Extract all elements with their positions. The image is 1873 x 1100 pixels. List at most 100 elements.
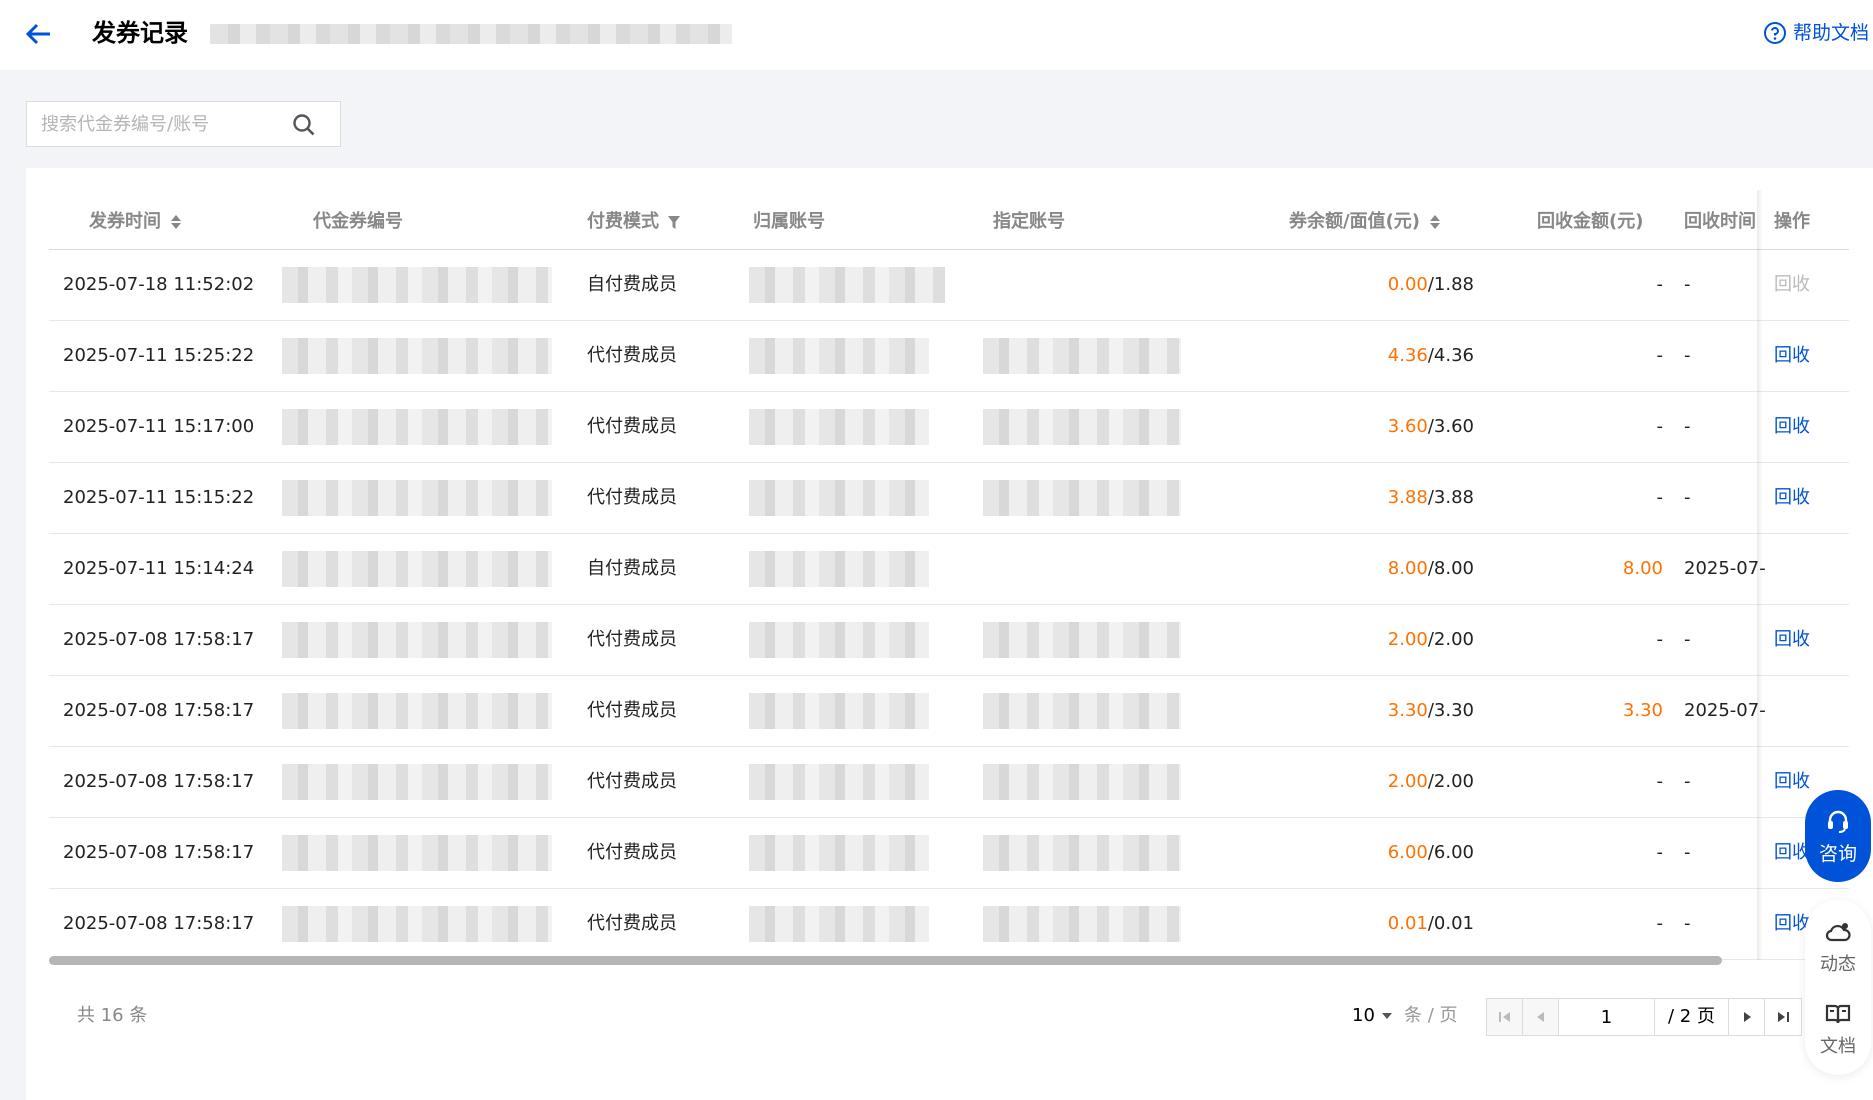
col-recover-time: 回收时间 (1684, 194, 1756, 250)
top-bar: 发券记录 帮助文档 (0, 0, 1873, 70)
search-input[interactable] (41, 102, 291, 146)
page-size-select[interactable]: 10 (1352, 1001, 1393, 1031)
redacted-assigned-account (983, 409, 1181, 445)
redacted-assigned-account (983, 622, 1181, 658)
total-count: 共 16 条 (77, 1005, 148, 1026)
docs-label: 文档 (1820, 1036, 1856, 1057)
redacted-assigned-account (983, 764, 1181, 800)
col-issue-time[interactable]: 发券时间 (89, 194, 183, 250)
help-docs-link[interactable]: 帮助文档 (1763, 18, 1869, 48)
fixed-column-shadow (1757, 190, 1763, 960)
col-action-label: 操作 (1774, 211, 1810, 232)
face-value: /4.36 (1427, 345, 1474, 366)
prev-page-icon (1536, 1012, 1544, 1022)
help-docs-label: 帮助文档 (1792, 22, 1869, 44)
scrollbar-thumb[interactable] (49, 956, 1722, 965)
recovered-amount-cell: 8.00 (1622, 558, 1663, 579)
caret-down-icon (1381, 1013, 1392, 1019)
face-value: /8.00 (1427, 558, 1474, 579)
redacted-owner-account (749, 338, 929, 374)
redacted-voucher-id (282, 480, 552, 516)
issue-time-cell: 2025-07-11 15:25:22 (63, 345, 255, 366)
redacted-owner-account (749, 622, 929, 658)
records-card: 发券时间 代金券编号 付费模式 归属账号 指定账号 券余额/面值(元) 回收金额… (26, 168, 1873, 1100)
redacted-voucher-id (282, 835, 552, 871)
page-size-value: 10 (1352, 1005, 1375, 1026)
balance-remaining: 3.60 (1387, 416, 1428, 437)
filter-icon[interactable] (667, 213, 681, 231)
col-issue-time-label: 发券时间 (89, 211, 161, 232)
balance-remaining: 8.00 (1387, 558, 1428, 579)
pay-mode-cell: 代付费成员 (587, 771, 677, 792)
prev-page-button[interactable] (1523, 999, 1559, 1035)
pay-mode-cell: 代付费成员 (587, 416, 677, 437)
first-page-icon (1498, 1012, 1510, 1022)
question-circle-icon (1763, 22, 1786, 44)
balance-face-cell: 4.36/4.36 (1279, 321, 1474, 391)
face-value: /2.00 (1427, 771, 1474, 792)
table-row: 2025-07-11 15:17:00 代付费成员 3.60/3.60- - 回收 (49, 392, 1849, 463)
recovered-amount-cell: - (1656, 913, 1664, 934)
last-page-button[interactable] (1765, 999, 1801, 1035)
sort-icon[interactable] (1428, 213, 1442, 231)
col-recovered-amount: 回收金额(元) (1537, 194, 1643, 250)
horizontal-scrollbar[interactable] (49, 954, 1849, 966)
search-box (26, 101, 341, 147)
col-voucher-id-label: 代金券编号 (313, 211, 403, 232)
pay-mode-cell: 代付费成员 (587, 629, 677, 650)
issue-time-cell: 2025-07-08 17:58:17 (63, 913, 255, 934)
recover-action-link[interactable]: 回收 (1774, 392, 1834, 462)
issue-time-cell: 2025-07-08 17:58:17 (63, 629, 255, 650)
table-row: 2025-07-11 15:14:24 自付费成员 8.00/8.00 8.00 202… (49, 534, 1849, 605)
dynamic-button[interactable]: 动态 (1805, 918, 1871, 976)
balance-face-cell: 6.00/6.00 (1279, 818, 1474, 888)
redacted-owner-account (749, 409, 929, 445)
issue-time-cell: 2025-07-18 11:52:02 (63, 274, 255, 295)
redacted-assigned-account (983, 693, 1181, 729)
pay-mode-cell: 自付费成员 (587, 558, 677, 579)
issue-time-cell: 2025-07-08 17:58:17 (63, 700, 255, 721)
face-value: /3.88 (1427, 487, 1474, 508)
recover-action-link[interactable]: 回收 (1774, 463, 1834, 533)
page-number-input[interactable] (1559, 999, 1655, 1035)
issue-time-cell: 2025-07-11 15:15:22 (63, 487, 255, 508)
recover-action-link: 回收 (1774, 274, 1810, 295)
sort-icon[interactable] (169, 213, 183, 231)
balance-face-cell: 0.00/1.88 (1279, 250, 1474, 320)
redacted-voucher-id (282, 551, 552, 587)
next-page-icon (1743, 1012, 1751, 1022)
table-row: 2025-07-18 11:52:02 自付费成员 0.00/1.88- - 回收 (49, 250, 1849, 321)
pager: / 2 页 (1486, 998, 1802, 1036)
recover-action-link[interactable]: 回收 (1774, 321, 1834, 391)
balance-face-cell: 0.01/0.01 (1279, 889, 1474, 959)
face-value: /3.30 (1427, 700, 1474, 721)
col-balance-face-label: 券余额/面值(元) (1289, 211, 1421, 232)
recovered-amount-cell: - (1656, 771, 1664, 792)
redacted-voucher-id (282, 267, 552, 303)
col-balance-face[interactable]: 券余额/面值(元) (1289, 194, 1442, 250)
book-icon (1825, 1004, 1851, 1024)
balance-remaining: 3.30 (1387, 700, 1428, 721)
balance-remaining: 3.88 (1387, 487, 1428, 508)
recover-action-link[interactable]: 回收 (1774, 605, 1834, 675)
face-value: /2.00 (1427, 629, 1474, 650)
recovered-amount-cell: - (1656, 629, 1664, 650)
col-recover-time-label: 回收时间 (1684, 211, 1756, 232)
back-arrow-icon[interactable] (22, 18, 54, 50)
col-pay-mode[interactable]: 付费模式 (587, 194, 681, 250)
consult-button[interactable]: 咨询 (1805, 790, 1871, 882)
col-recovered-amount-label: 回收金额(元) (1537, 211, 1644, 232)
redacted-owner-account (749, 480, 929, 516)
recovered-amount-cell: - (1656, 274, 1664, 295)
next-page-button[interactable] (1729, 999, 1765, 1035)
docs-button[interactable]: 文档 (1805, 1000, 1871, 1058)
search-icon[interactable] (292, 113, 316, 137)
last-page-icon (1778, 1012, 1789, 1022)
col-owner-account-label: 归属账号 (753, 211, 825, 232)
redacted-assigned-account (983, 480, 1181, 516)
table-header: 发券时间 代金券编号 付费模式 归属账号 指定账号 券余额/面值(元) 回收金额… (49, 194, 1849, 250)
redacted-voucher-id (282, 764, 552, 800)
redacted-owner-account (749, 267, 945, 303)
first-page-button[interactable] (1487, 999, 1523, 1035)
balance-face-cell: 8.00/8.00 (1279, 534, 1474, 604)
